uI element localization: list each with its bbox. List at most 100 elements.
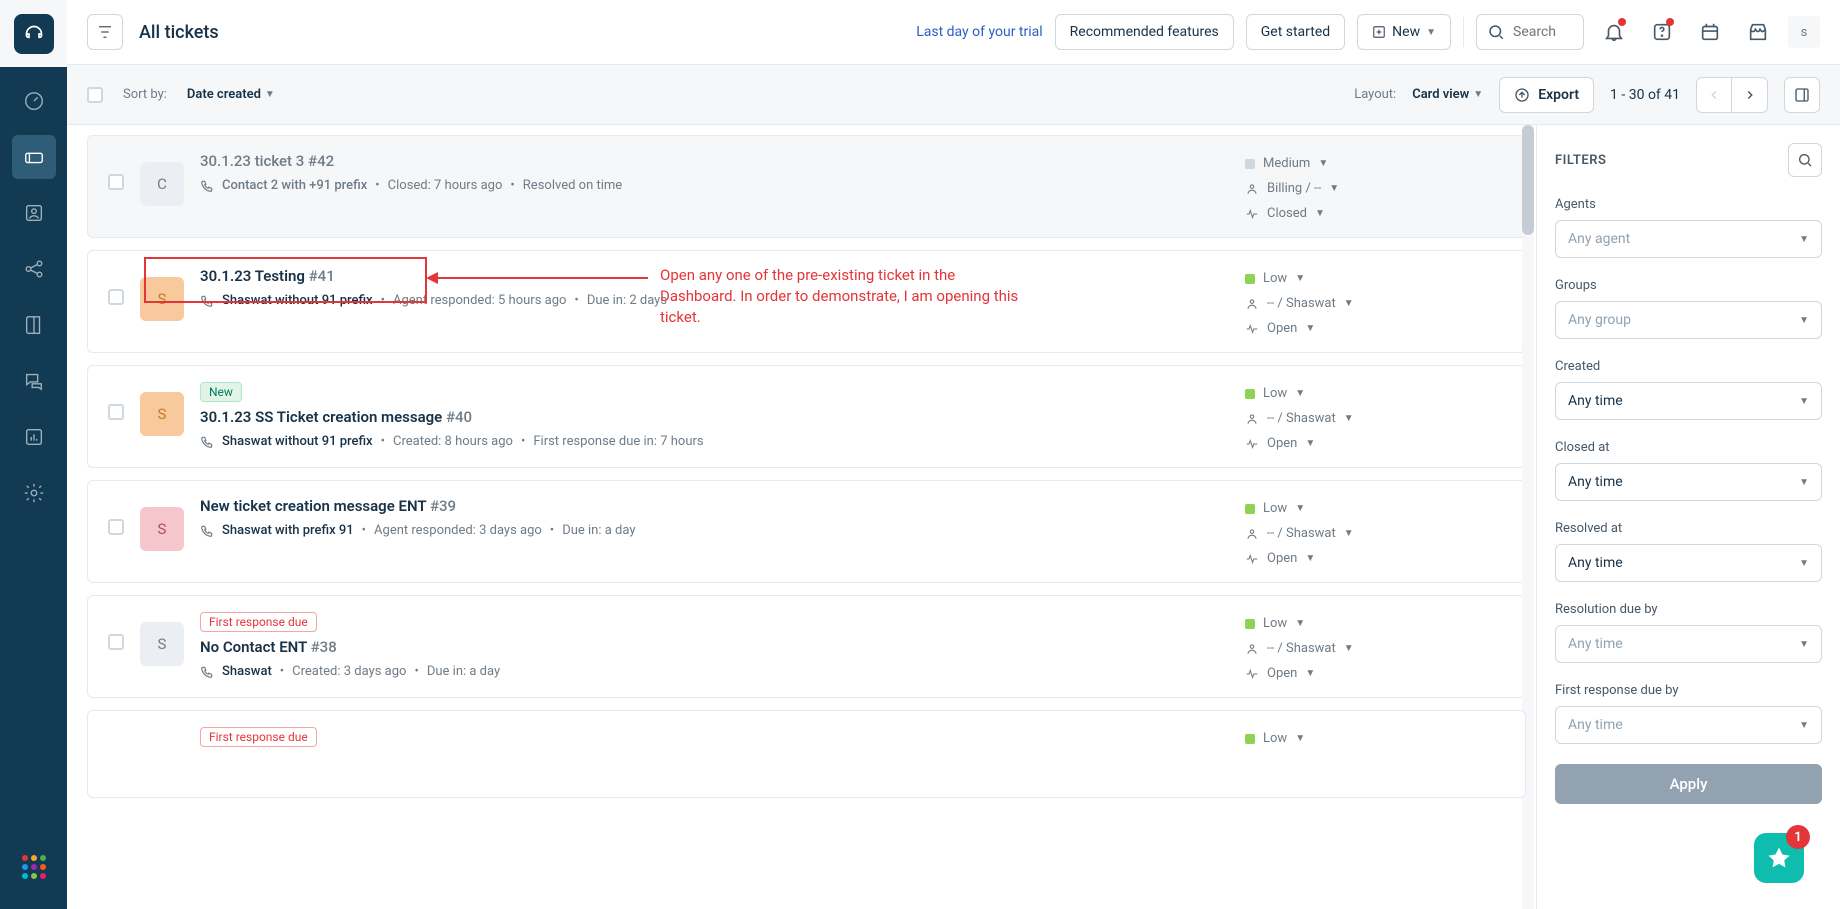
nav-solutions[interactable] (12, 303, 56, 347)
prev-page-button[interactable] (1696, 77, 1732, 113)
ticket-row[interactable]: S First response due No Contact ENT #38 … (87, 595, 1526, 698)
ticket-contact[interactable]: Shaswat (222, 664, 272, 679)
ticket-badge: First response due (200, 727, 317, 747)
status-dropdown[interactable]: Open▼ (1245, 666, 1505, 681)
priority-dot (1245, 619, 1255, 629)
priority-dropdown[interactable]: Low▼ (1245, 386, 1505, 401)
ticket-row[interactable]: First response due Low▼ (87, 710, 1526, 798)
priority-dropdown[interactable]: Low▼ (1245, 271, 1505, 286)
page-title: All tickets (139, 22, 219, 43)
layout-dropdown[interactable]: Card view ▼ (1412, 87, 1483, 102)
ticket-title[interactable]: 30.1.23 ticket 3 #42 (200, 152, 334, 170)
group-dropdown[interactable]: -- / Shaswat▼ (1245, 296, 1505, 311)
filter-agents-select[interactable]: Any agent▼ (1555, 220, 1822, 258)
ticket-checkbox[interactable] (108, 634, 124, 650)
ticket-checkbox[interactable] (108, 519, 124, 535)
filter-created-select[interactable]: Any time▼ (1555, 382, 1822, 420)
filter-first-response-select[interactable]: Any time▼ (1555, 706, 1822, 744)
status-dropdown[interactable]: Open▼ (1245, 321, 1505, 336)
status-dropdown[interactable]: Closed▼ (1245, 206, 1505, 221)
filter-resolution-due-select[interactable]: Any time▼ (1555, 625, 1822, 663)
filter-groups-select[interactable]: Any group▼ (1555, 301, 1822, 339)
freshworks-fab[interactable]: 1 (1754, 833, 1804, 883)
trial-link[interactable]: Last day of your trial (916, 24, 1042, 40)
nav-analytics[interactable] (12, 415, 56, 459)
nav-dashboard[interactable] (12, 79, 56, 123)
ticket-checkbox[interactable] (108, 289, 124, 305)
next-page-button[interactable] (1732, 77, 1768, 113)
filter-label: Resolution due by (1555, 602, 1822, 617)
nav-contacts[interactable] (12, 191, 56, 235)
ticket-title[interactable]: 30.1.23 SS Ticket creation message #40 (200, 408, 472, 426)
panel-toggle-button[interactable] (1784, 77, 1820, 113)
chevron-down-icon: ▼ (1305, 668, 1315, 679)
store-icon (1747, 21, 1769, 43)
ticket-checkbox[interactable] (108, 174, 124, 190)
filter-closed-select[interactable]: Any time▼ (1555, 463, 1822, 501)
toolbar: Sort by: Date created ▼ Layout: Card vie… (67, 65, 1840, 125)
priority-dropdown[interactable]: Low▼ (1245, 501, 1505, 516)
person-icon (23, 202, 45, 224)
marketplace-button[interactable] (1740, 14, 1776, 50)
select-all-checkbox[interactable] (87, 87, 103, 103)
nav-social[interactable] (12, 247, 56, 291)
group-dropdown[interactable]: -- / Shaswat▼ (1245, 526, 1505, 541)
chevron-down-icon: ▼ (1344, 298, 1354, 309)
ticket-avatar: C (140, 162, 184, 206)
ticket-row[interactable]: S New ticket creation message ENT #39 Sh… (87, 480, 1526, 583)
ticket-title[interactable]: New ticket creation message ENT #39 (200, 497, 456, 515)
help-button[interactable] (1644, 14, 1680, 50)
priority-dropdown[interactable]: Low▼ (1245, 731, 1505, 746)
nav-admin[interactable] (12, 471, 56, 515)
filter-presets-button[interactable] (87, 14, 123, 50)
ticket-title[interactable]: No Contact ENT #38 (200, 638, 337, 656)
notifications-button[interactable] (1596, 14, 1632, 50)
search-box[interactable] (1476, 14, 1584, 50)
export-button[interactable]: Export (1499, 77, 1594, 113)
user-avatar[interactable]: s (1788, 16, 1820, 48)
ticket-row[interactable]: S 30.1.23 Testing #41 Shaswat without 91… (87, 250, 1526, 353)
filter-label: First response due by (1555, 683, 1822, 698)
apply-button[interactable]: Apply (1555, 764, 1822, 804)
ticket-id: #39 (430, 497, 456, 515)
priority-dropdown[interactable]: Low▼ (1245, 616, 1505, 631)
ticket-checkbox[interactable] (108, 404, 124, 420)
filter-label: Resolved at (1555, 521, 1822, 536)
chevron-down-icon: ▼ (1799, 558, 1809, 569)
ticket-title[interactable]: 30.1.23 Testing #41 (200, 267, 335, 285)
ticket-contact[interactable]: Contact 2 with +91 prefix (222, 178, 367, 193)
sort-dropdown[interactable]: Date created ▼ (187, 87, 275, 102)
filter-resolved-select[interactable]: Any time▼ (1555, 544, 1822, 582)
group-dropdown[interactable]: -- / Shaswat▼ (1245, 641, 1505, 656)
filter-search-button[interactable] (1788, 143, 1822, 177)
status-dropdown[interactable]: Open▼ (1245, 436, 1505, 451)
ticket-row[interactable]: C 30.1.23 ticket 3 #42 Contact 2 with +9… (87, 135, 1526, 238)
chevron-down-icon: ▼ (1426, 27, 1436, 38)
person-icon (1245, 297, 1259, 311)
chevron-down-icon: ▼ (1473, 89, 1483, 100)
ticket-contact[interactable]: Shaswat without 91 prefix (222, 434, 373, 449)
chevron-down-icon: ▼ (1305, 323, 1315, 334)
ticket-contact[interactable]: Shaswat with prefix 91 (222, 523, 354, 538)
nav-apps[interactable] (12, 845, 56, 889)
recommended-button[interactable]: Recommended features (1055, 14, 1234, 50)
chevron-down-icon: ▼ (1344, 643, 1354, 654)
logo[interactable] (0, 0, 67, 67)
ticket-row[interactable]: S New 30.1.23 SS Ticket creation message… (87, 365, 1526, 468)
scrollbar-thumb[interactable] (1522, 125, 1534, 235)
whats-new-button[interactable] (1692, 14, 1728, 50)
ticket-contact[interactable]: Shaswat without 91 prefix (222, 293, 373, 308)
export-icon (1514, 87, 1530, 103)
status-dropdown[interactable]: Open▼ (1245, 551, 1505, 566)
nav-forums[interactable] (12, 359, 56, 403)
chevron-down-icon: ▼ (1799, 234, 1809, 245)
search-input[interactable] (1513, 24, 1573, 40)
nav-tickets[interactable] (12, 135, 56, 179)
priority-dropdown[interactable]: Medium▼ (1245, 156, 1505, 171)
phone-icon (200, 294, 214, 308)
new-button[interactable]: New ▼ (1357, 14, 1451, 50)
group-dropdown[interactable]: -- / Shaswat▼ (1245, 411, 1505, 426)
get-started-button[interactable]: Get started (1246, 14, 1345, 50)
group-dropdown[interactable]: Billing / --▼ (1245, 181, 1505, 196)
priority-dot (1245, 389, 1255, 399)
